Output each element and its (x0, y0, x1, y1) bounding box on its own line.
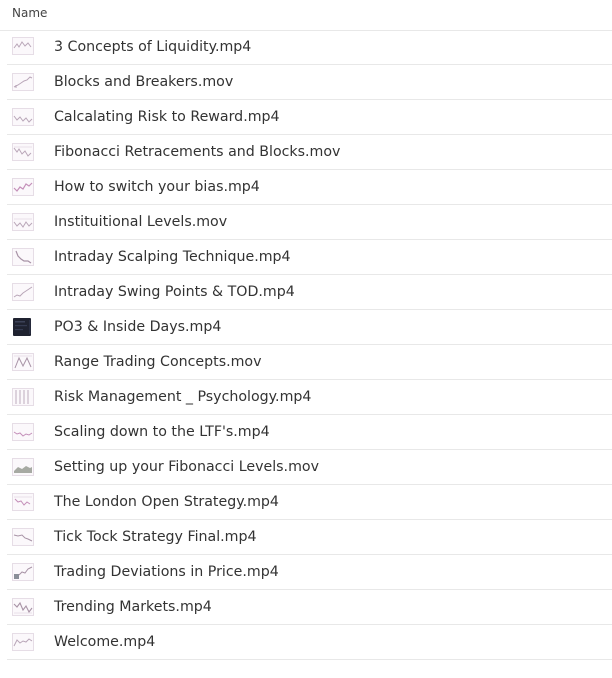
file-row[interactable]: Fibonacci Retracements and Blocks.mov (7, 135, 612, 170)
file-row[interactable]: Range Trading Concepts.mov (7, 345, 612, 380)
file-row[interactable]: Blocks and Breakers.mov (7, 65, 612, 100)
chart-thumbnail-icon (12, 388, 34, 406)
file-name: Intraday Scalping Technique.mp4 (54, 249, 291, 265)
file-row[interactable]: Tick Tock Strategy Final.mp4 (7, 520, 612, 555)
file-name: Trending Markets.mp4 (54, 599, 212, 615)
file-row[interactable]: How to switch your bias.mp4 (7, 170, 612, 205)
file-name: Blocks and Breakers.mov (54, 74, 234, 90)
chart-thumbnail-icon (12, 178, 34, 196)
file-row[interactable]: 3 Concepts of Liquidity.mp4 (7, 30, 612, 65)
chart-thumbnail-icon (12, 458, 34, 476)
chart-thumbnail-icon (12, 563, 34, 581)
chart-thumbnail-icon (12, 73, 34, 91)
file-name: Intraday Swing Points & TOD.mp4 (54, 284, 295, 300)
file-row[interactable]: Intraday Swing Points & TOD.mp4 (7, 275, 612, 310)
chart-thumbnail-icon (12, 353, 34, 371)
file-name: Tick Tock Strategy Final.mp4 (54, 529, 257, 545)
file-name: Range Trading Concepts.mov (54, 354, 262, 370)
file-name: How to switch your bias.mp4 (54, 179, 260, 195)
file-row[interactable]: The London Open Strategy.mp4 (7, 485, 612, 520)
file-row[interactable]: Risk Management _ Psychology.mp4 (7, 380, 612, 415)
chart-thumbnail-icon (12, 423, 34, 441)
file-name: The London Open Strategy.mp4 (54, 494, 279, 510)
file-row[interactable]: Intraday Scalping Technique.mp4 (7, 240, 612, 275)
name-column-header[interactable]: Name (12, 6, 47, 20)
file-name: Scaling down to the LTF's.mp4 (54, 424, 270, 440)
chart-thumbnail-icon (12, 598, 34, 616)
file-name: Fibonacci Retracements and Blocks.mov (54, 144, 341, 160)
file-name: Welcome.mp4 (54, 634, 156, 650)
chart-thumbnail-icon (12, 213, 34, 231)
file-row[interactable]: Instituitional Levels.mov (7, 205, 612, 240)
chart-thumbnail-icon (12, 633, 34, 651)
dark-video-thumbnail-icon (13, 318, 31, 336)
file-row[interactable]: Trending Markets.mp4 (7, 590, 612, 625)
chart-thumbnail-icon (12, 283, 34, 301)
list-header: Name (0, 0, 612, 31)
file-list: 3 Concepts of Liquidity.mp4 Blocks and B… (0, 30, 612, 660)
file-name: 3 Concepts of Liquidity.mp4 (54, 39, 252, 55)
file-row[interactable]: Scaling down to the LTF's.mp4 (7, 415, 612, 450)
chart-thumbnail-icon (12, 248, 34, 266)
file-name: Instituitional Levels.mov (54, 214, 228, 230)
file-row[interactable]: Setting up your Fibonacci Levels.mov (7, 450, 612, 485)
file-row[interactable]: Welcome.mp4 (7, 625, 612, 660)
chart-thumbnail-icon (12, 528, 34, 546)
chart-thumbnail-icon (12, 493, 34, 511)
file-name: Trading Deviations in Price.mp4 (54, 564, 279, 580)
file-row[interactable]: Calcalating Risk to Reward.mp4 (7, 100, 612, 135)
file-row[interactable]: PO3 & Inside Days.mp4 (7, 310, 612, 345)
chart-thumbnail-icon (12, 37, 34, 55)
file-name: Calcalating Risk to Reward.mp4 (54, 109, 280, 125)
chart-thumbnail-icon (12, 143, 34, 161)
file-name: Setting up your Fibonacci Levels.mov (54, 459, 319, 475)
file-row[interactable]: Trading Deviations in Price.mp4 (7, 555, 612, 590)
file-name: PO3 & Inside Days.mp4 (54, 319, 222, 335)
chart-thumbnail-icon (12, 108, 34, 126)
file-name: Risk Management _ Psychology.mp4 (54, 389, 312, 405)
